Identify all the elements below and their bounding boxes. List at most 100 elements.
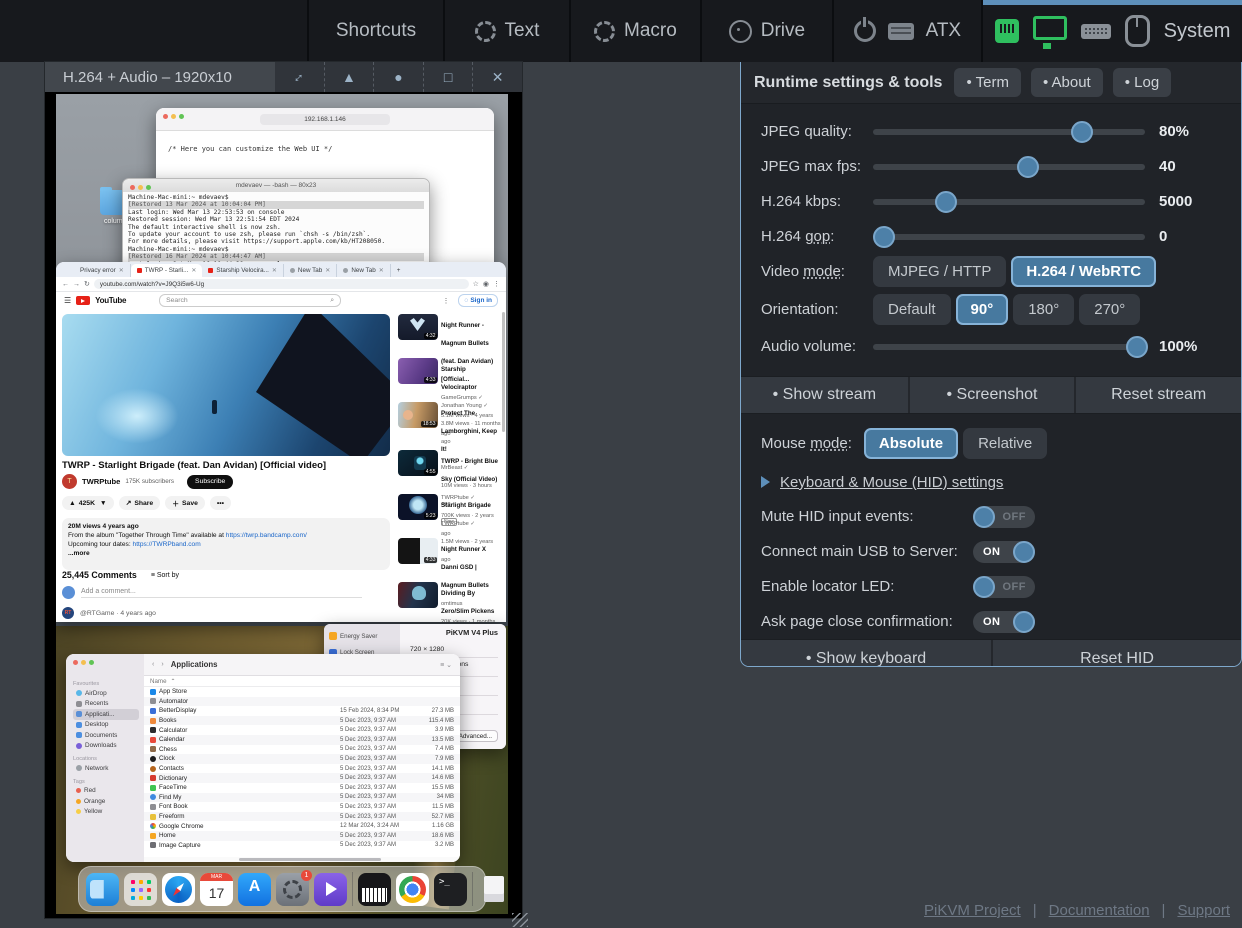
term-button[interactable]: • Term <box>954 68 1020 97</box>
youtube-comments-header: 25,445 Comments ≡ Sort by <box>62 570 179 580</box>
documentation-link[interactable]: Documentation <box>1049 902 1150 919</box>
orientation-90-button[interactable]: 90° <box>956 294 1009 325</box>
slider-thumb[interactable] <box>873 226 895 248</box>
nav-spacer <box>0 0 307 62</box>
h264-kbps-slider[interactable] <box>873 199 1145 205</box>
launchpad-dock-icon <box>124 873 157 906</box>
locator-led-toggle[interactable]: OFF <box>973 576 1035 598</box>
stream-resize-handle[interactable] <box>512 913 528 927</box>
youtube-suggested-video: Dividing By Zero/Slim Pickens Does The R… <box>398 582 502 622</box>
center-window-icon[interactable]: ● <box>373 62 423 92</box>
hid-section: Mouse mode: Absolute Relative Keyboard &… <box>741 414 1241 639</box>
nav-atx[interactable]: ATX <box>832 0 981 62</box>
hid-settings-disclosure[interactable]: Keyboard & Mouse (HID) settings <box>761 465 1221 499</box>
nav-drive[interactable]: Drive <box>700 0 831 62</box>
pikvm-project-link[interactable]: PiKVM Project <box>924 902 1021 919</box>
like-button: ▲ 425K ▼ <box>62 496 114 510</box>
atx-disk-icon <box>888 23 914 40</box>
raise-window-icon[interactable]: ▲ <box>324 62 374 92</box>
stream-window-titlebar[interactable]: H.264 + Audio – 1920x10 ↕ ▲ ● □ ✕ <box>45 62 522 92</box>
footer-separator: | <box>1033 902 1037 919</box>
stream-window: H.264 + Audio – 1920x10 ↕ ▲ ● □ ✕ column… <box>45 62 522 918</box>
log-button[interactable]: • Log <box>1113 68 1171 97</box>
orientation-270-button[interactable]: 270° <box>1079 294 1140 325</box>
slider-thumb[interactable] <box>1017 156 1039 178</box>
traffic-lights <box>163 114 184 119</box>
video-mode-mjpeg-button[interactable]: MJPEG / HTTP <box>873 256 1006 287</box>
dock-separator <box>352 872 353 906</box>
reset-stream-button[interactable]: Reset stream <box>1074 377 1241 413</box>
runtime-settings-panel: Runtime settings & tools • Term • About … <box>740 62 1242 667</box>
sort-by: ≡ Sort by <box>151 572 179 579</box>
remote-stream-surface[interactable]: columns 192.168.1.146 /* Here you can cu… <box>45 92 522 918</box>
youtube-search: Search⌕ <box>159 294 341 307</box>
mouse-mode-hint-link[interactable]: mode <box>810 435 848 452</box>
mute-hid-toggle[interactable]: OFF <box>973 506 1035 528</box>
channel-subscribers: 175K subscribers <box>125 478 174 485</box>
mode-hint-link[interactable]: mode <box>803 263 841 280</box>
about-button[interactable]: • About <box>1031 68 1103 97</box>
youtube-add-comment: Add a comment... <box>62 586 362 599</box>
remote-dock: MAR17 1 <box>78 866 486 912</box>
menu-dots-icon: ⋮ <box>442 297 449 305</box>
mouse-mode-absolute-button[interactable]: Absolute <box>864 428 958 459</box>
stream-buttons-row: • Show stream • Screenshot Reset stream <box>741 376 1241 414</box>
close-icon[interactable]: ✕ <box>472 62 522 92</box>
orientation-row: Orientation: Default 90° 180° 270° <box>761 289 1221 329</box>
locator-led-row: Enable locator LED: OFF <box>761 569 1221 604</box>
connect-usb-row: Connect main USB to Server: ON <box>761 534 1221 569</box>
close-confirmation-row: Ask page close confirmation: ON <box>761 604 1221 639</box>
h264-gop-slider[interactable] <box>873 234 1145 240</box>
h264-kbps-value: 5000 <box>1159 193 1221 210</box>
audio-volume-slider[interactable] <box>873 344 1145 350</box>
avatar <box>62 586 75 599</box>
chrome-tab: New Tab✕ <box>284 264 337 277</box>
chrome-tab-active: TWRP - Starli...✕ <box>131 264 203 277</box>
show-keyboard-button[interactable]: • Show keyboard <box>741 640 991 667</box>
nav-text-label: Text <box>505 20 540 42</box>
hid-settings-link[interactable]: Keyboard & Mouse (HID) settings <box>780 474 1003 491</box>
reload-icon: ↻ <box>84 280 90 288</box>
calendar-dock-icon: MAR17 <box>200 873 233 906</box>
footer: PiKVM Project | Documentation | Support <box>924 902 1230 919</box>
safari-address-bar: 192.168.1.146 <box>260 114 390 125</box>
forward-icon: → <box>73 281 80 288</box>
slider-thumb[interactable] <box>1071 121 1093 143</box>
share-button: ↗ Share <box>119 496 161 510</box>
close-confirmation-toggle[interactable]: ON <box>973 611 1035 633</box>
h264-gop-value: 0 <box>1159 228 1221 245</box>
maximize-icon[interactable]: □ <box>423 62 473 92</box>
nav-system[interactable]: System <box>981 0 1242 62</box>
gop-hint-link[interactable]: gop <box>805 228 830 245</box>
video-mode-h264-button[interactable]: H.264 / WebRTC <box>1011 256 1156 287</box>
jpeg-fps-slider[interactable] <box>873 164 1145 170</box>
youtube-video-title: TWRP - Starlight Brigade (feat. Dan Avid… <box>62 460 392 471</box>
profile-icon: ◉ <box>483 280 489 288</box>
orientation-180-button[interactable]: 180° <box>1013 294 1074 325</box>
nav-shortcuts[interactable]: Shortcuts <box>307 0 443 62</box>
support-link[interactable]: Support <box>1177 902 1230 919</box>
finder-file-list: App Store Automator BetterDisplay15 Feb … <box>144 687 460 857</box>
slider-thumb[interactable] <box>1126 336 1148 358</box>
gear-icon <box>594 21 615 42</box>
terminal-title: mdevaev — -bash — 80x23 <box>236 182 317 189</box>
connect-usb-toggle[interactable]: ON <box>973 541 1035 563</box>
safari-content: /* Here you can customize the Web UI */ <box>156 131 494 167</box>
audio-volume-value: 100% <box>1159 338 1221 355</box>
screenshot-button[interactable]: • Screenshot <box>908 377 1075 413</box>
monitor-status-icon <box>1033 16 1067 40</box>
remote-screen: columns 192.168.1.146 /* Here you can cu… <box>56 94 508 914</box>
fullscreen-icon[interactable]: ↕ <box>275 62 324 92</box>
avatar: RT <box>62 607 74 619</box>
top-nav: Shortcuts Text Macro Drive ATX System <box>0 0 1242 62</box>
nav-text[interactable]: Text <box>443 0 569 62</box>
mouse-mode-relative-button[interactable]: Relative <box>963 428 1047 459</box>
notification-badge: 1 <box>301 870 312 881</box>
show-stream-button[interactable]: • Show stream <box>741 377 908 413</box>
slider-thumb[interactable] <box>935 191 957 213</box>
reset-hid-button[interactable]: Reset HID <box>991 640 1241 667</box>
nav-macro[interactable]: Macro <box>569 0 700 62</box>
orientation-default-button[interactable]: Default <box>873 294 951 325</box>
chrome-tab: Starship Velocira...✕ <box>202 264 284 277</box>
jpeg-quality-slider[interactable] <box>873 129 1145 135</box>
